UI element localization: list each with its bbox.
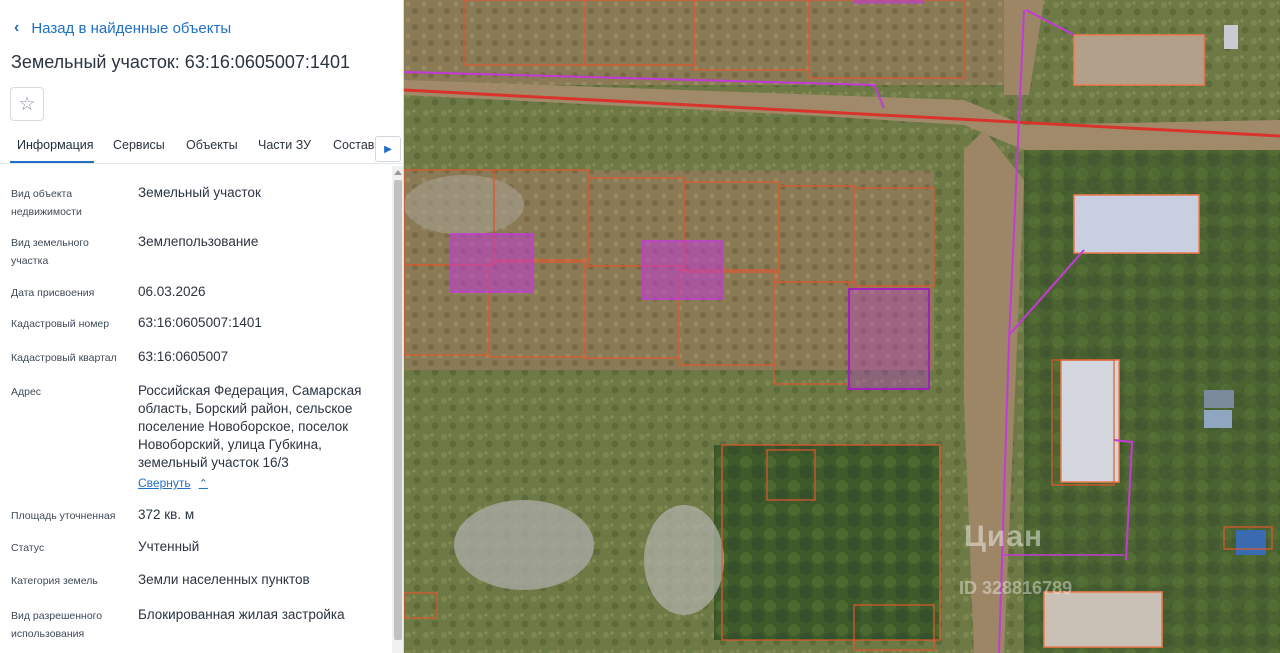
row-value-land-type: Землепользование <box>138 234 259 249</box>
shed <box>1224 25 1238 49</box>
scroll-thumb[interactable] <box>394 180 402 640</box>
scroll-up-arrow-icon[interactable] <box>394 170 402 175</box>
panel-scrollbar[interactable] <box>392 166 403 653</box>
watermark-id: ID 328816789 <box>959 578 1073 598</box>
satellite-map[interactable] <box>404 0 1280 653</box>
rubble-area <box>454 500 594 590</box>
map-view[interactable]: Циан ID 328816789 <box>404 0 1280 653</box>
shed <box>1236 530 1266 555</box>
active-tab-indicator <box>10 161 94 163</box>
rubble-area <box>404 175 524 235</box>
tab-services[interactable]: Сервисы <box>113 138 165 152</box>
row-label-address: Адрес <box>11 386 42 398</box>
building <box>1073 194 1200 254</box>
favorite-button[interactable]: ☆ <box>10 87 44 121</box>
row-value-address: Российская Федерация, Самарская область,… <box>138 383 362 470</box>
row-value-status: Учтенный <box>138 539 200 554</box>
highlighted-parcel[interactable] <box>854 0 924 4</box>
shed <box>1204 390 1234 408</box>
tab-bar: Информация Сервисы Объекты Части ЗУ Сост… <box>0 128 403 164</box>
building <box>1073 34 1205 86</box>
row-label-status: Статус <box>11 542 45 554</box>
building <box>1060 359 1120 483</box>
chevron-up-icon: ⌃ <box>198 477 208 490</box>
tab-information[interactable]: Информация <box>17 138 94 152</box>
watermark-brand: Циан <box>964 520 1044 553</box>
row-value-permitted-use: Блокированная жилая застройка <box>138 607 345 622</box>
overgrown-lot <box>714 445 939 640</box>
field-top <box>404 0 1004 85</box>
row-value-area: 372 кв. м <box>138 507 195 522</box>
row-label-object-type: Вид объекта недвижимости <box>11 188 82 218</box>
row-value-cadastral-quarter: 63:16:0605007 <box>138 349 229 364</box>
row-value-object-type: Земельный участок <box>138 185 261 200</box>
page-title: Земельный участок: 63:16:0605007:1401 <box>11 52 350 72</box>
tab-objects[interactable]: Объекты <box>186 138 238 152</box>
row-label-cadastral-quarter: Кадастровый квартал <box>11 352 117 364</box>
tab-composition[interactable]: Состав <box>333 138 374 152</box>
row-value-cadastral-number: 63:16:0605007:1401 <box>138 315 262 330</box>
info-panel: ‹ Назад в найденные объекты Земельный уч… <box>0 0 404 653</box>
row-value-land-category: Земли населенных пунктов <box>138 572 310 587</box>
collapse-link[interactable]: Свернуть ⌃ <box>138 476 208 490</box>
star-outline-icon: ☆ <box>18 93 36 115</box>
tab-parts[interactable]: Части ЗУ <box>258 138 311 152</box>
back-link[interactable]: ‹ Назад в найденные объекты <box>14 19 231 37</box>
row-label-land-type: Вид земельного участка <box>11 237 89 267</box>
selected-parcel[interactable] <box>848 288 930 390</box>
chevron-left-icon: ‹ <box>14 19 20 36</box>
row-label-land-category: Категория земель <box>11 575 98 587</box>
highlighted-parcel[interactable] <box>450 233 534 293</box>
shed <box>1204 410 1232 428</box>
tabs-next-button[interactable]: ▶ <box>375 136 401 162</box>
collapse-link-label: Свернуть <box>138 476 191 490</box>
back-link-label: Назад в найденные объекты <box>31 19 232 37</box>
row-label-permitted-use: Вид разрешенного использования <box>11 610 103 640</box>
row-label-cadastral-number: Кадастровый номер <box>11 318 110 330</box>
row-label-area: Площадь уточненная <box>11 510 116 522</box>
building <box>1043 591 1163 648</box>
rubble-area <box>644 505 724 615</box>
row-value-date: 06.03.2026 <box>138 284 206 299</box>
triangle-right-icon: ▶ <box>384 143 392 155</box>
highlighted-parcel[interactable] <box>641 240 723 300</box>
row-label-date: Дата присвоения <box>11 287 95 299</box>
